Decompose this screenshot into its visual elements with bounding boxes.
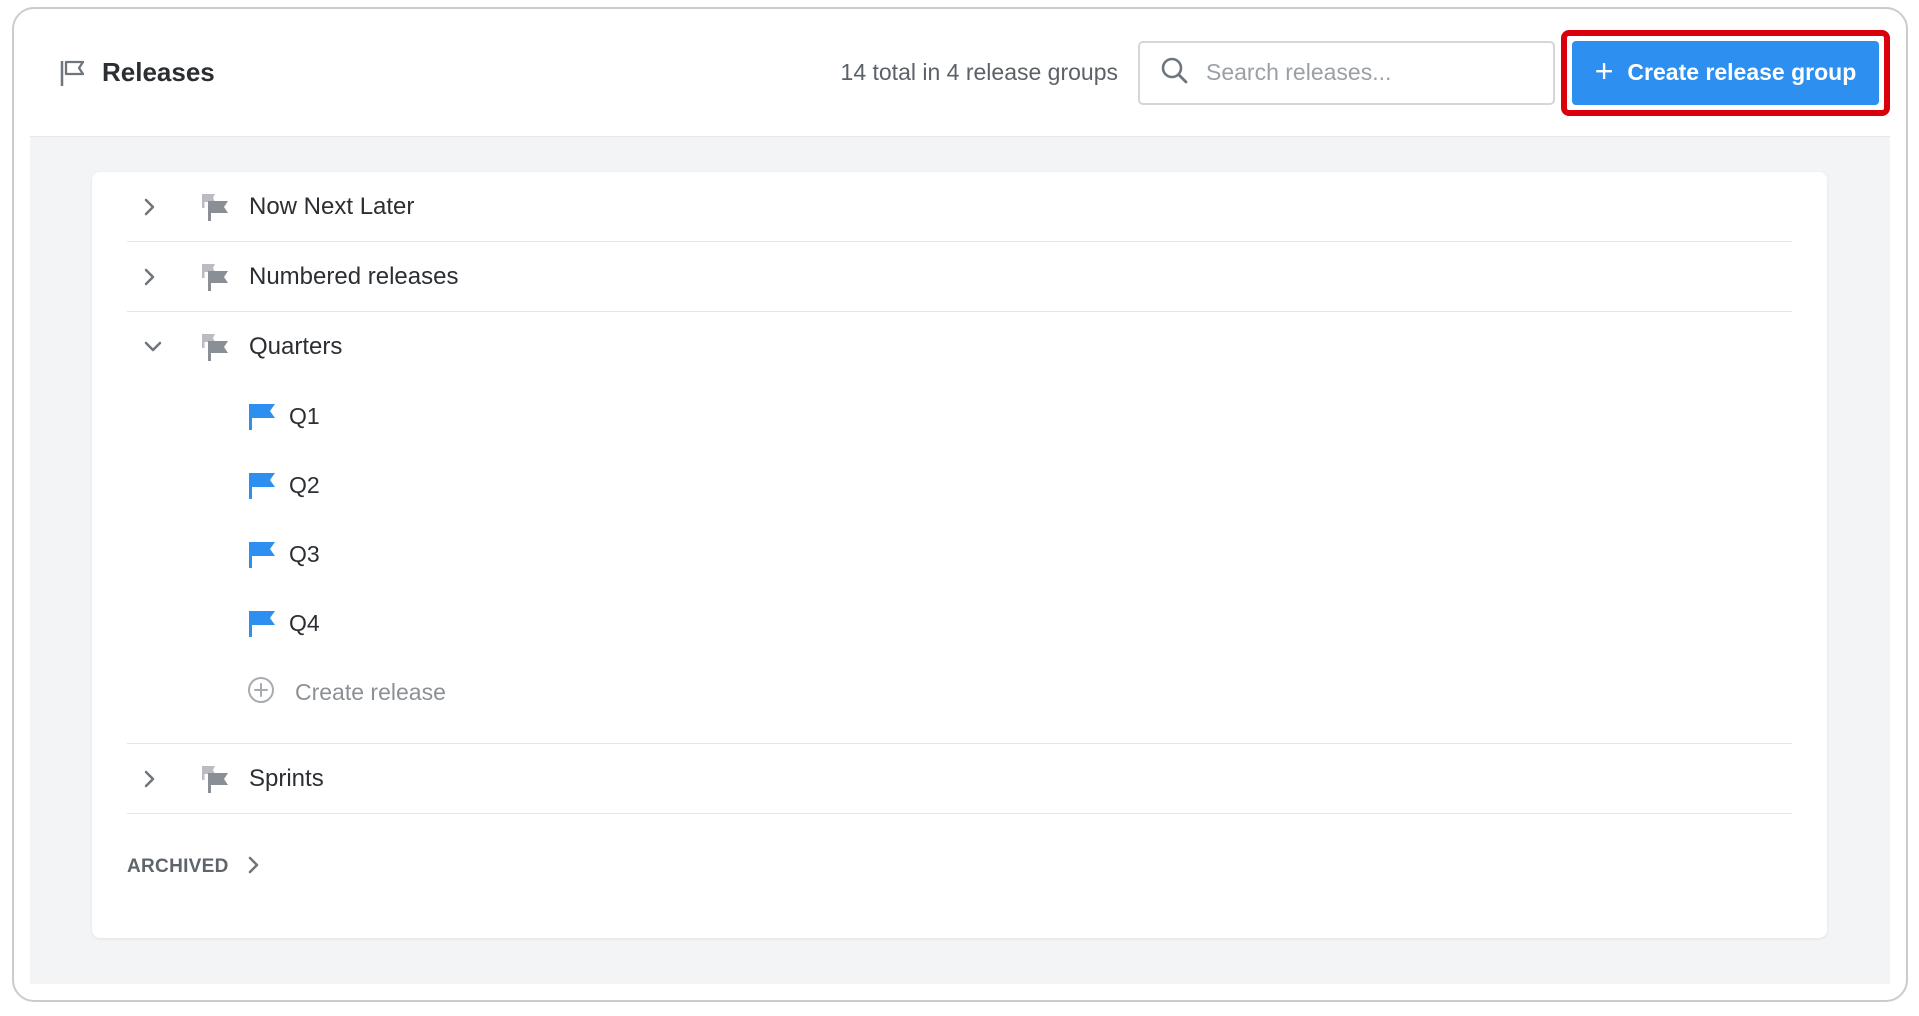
release-label: Q1 — [289, 403, 320, 429]
release-row-q4[interactable]: Q4 — [127, 589, 1792, 658]
release-count: 14 total in 4 release groups — [840, 59, 1118, 85]
chevron-right-icon[interactable] — [127, 197, 177, 217]
release-groups-card: Now Next Later Numbered releases Quarter… — [92, 172, 1827, 938]
group-label: Quarters — [249, 333, 343, 360]
flag-icon — [247, 402, 277, 432]
archived-toggle[interactable]: ARCHIVED — [127, 814, 1792, 920]
group-quarters-expanded: Quarters Q1 Q2 Q3 Q4 Create release — [127, 312, 1792, 744]
release-label: Q3 — [289, 541, 320, 567]
flag-icon — [247, 609, 277, 639]
release-group-icon — [199, 764, 231, 794]
release-row-q3[interactable]: Q3 — [127, 520, 1792, 589]
group-label: Sprints — [249, 764, 324, 792]
group-label: Numbered releases — [249, 262, 459, 290]
releases-window: Releases 14 total in 4 release groups + … — [12, 7, 1908, 1002]
main-content: Now Next Later Numbered releases Quarter… — [30, 136, 1890, 984]
page-title-area: Releases — [58, 57, 215, 88]
page-title: Releases — [102, 57, 215, 87]
release-group-icon — [199, 192, 231, 222]
group-row-now-next-later[interactable]: Now Next Later — [127, 172, 1792, 242]
release-label: Q4 — [289, 610, 320, 636]
highlight-box: + Create release group — [1561, 29, 1890, 116]
chevron-right-icon[interactable] — [127, 769, 177, 789]
create-release-button[interactable]: Create release — [127, 658, 1792, 727]
chevron-right-icon — [229, 855, 261, 880]
plus-icon: + — [1594, 53, 1614, 89]
release-label: Q2 — [289, 472, 320, 498]
search-input[interactable] — [1206, 59, 1506, 86]
flag-icon — [247, 540, 277, 570]
group-row-numbered-releases[interactable]: Numbered releases — [127, 242, 1792, 312]
flag-outline-icon — [58, 58, 88, 88]
header-actions: 14 total in 4 release groups + Create re… — [840, 29, 1890, 116]
search-icon — [1160, 56, 1188, 89]
release-row-q1[interactable]: Q1 — [127, 382, 1792, 451]
release-group-icon — [199, 262, 231, 292]
chevron-down-icon[interactable] — [127, 340, 177, 354]
flag-icon — [247, 471, 277, 501]
page-header: Releases 14 total in 4 release groups + … — [30, 9, 1890, 136]
create-release-label: Create release — [295, 679, 446, 705]
group-row-quarters[interactable]: Quarters — [127, 312, 1792, 382]
group-label: Now Next Later — [249, 192, 415, 220]
search-box[interactable] — [1138, 40, 1555, 105]
archived-label: ARCHIVED — [127, 856, 229, 877]
release-row-q2[interactable]: Q2 — [127, 451, 1792, 520]
plus-circle-icon — [247, 676, 275, 709]
create-release-group-button[interactable]: + Create release group — [1572, 40, 1879, 105]
release-group-icon — [199, 332, 231, 362]
chevron-right-icon[interactable] — [127, 267, 177, 287]
create-release-group-label: Create release group — [1627, 59, 1857, 85]
group-row-sprints[interactable]: Sprints — [127, 744, 1792, 814]
